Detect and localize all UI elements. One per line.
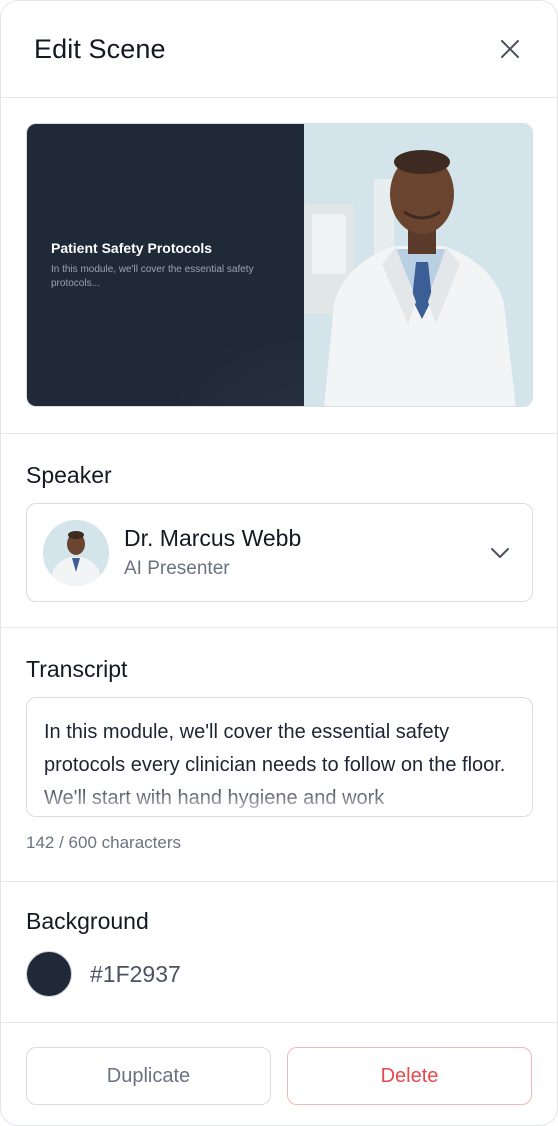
speaker-info: Dr. Marcus Webb AI Presenter [124, 525, 488, 580]
background-label: Background [26, 908, 149, 934]
transcript-label: Transcript [26, 656, 128, 682]
background-hex-value[interactable]: #1F2937 [90, 961, 181, 988]
background-color-row: #1F2937 [26, 951, 532, 997]
panel-footer: Duplicate Delete [1, 1023, 557, 1125]
slide-panel: Patient Safety Protocols In this module,… [27, 124, 304, 406]
panel-header: Edit Scene [1, 1, 557, 98]
speaker-select[interactable]: Dr. Marcus Webb AI Presenter [26, 503, 533, 602]
speaker-label: Speaker [26, 462, 112, 488]
presenter-image [304, 124, 532, 406]
delete-button[interactable]: Delete [287, 1047, 532, 1105]
scene-preview[interactable]: Patient Safety Protocols In this module,… [26, 123, 533, 407]
transcript-section: Transcript In this module, we'll cover t… [1, 628, 557, 882]
speaker-section: Speaker Dr. Marcus Webb AI Presenter [1, 434, 557, 628]
slide-subtitle: In this module, we'll cover the essentia… [51, 264, 254, 289]
speaker-name: Dr. Marcus Webb [124, 525, 302, 551]
speaker-role: AI Presenter [124, 558, 230, 579]
transcript-text: In this module, we'll cover the essentia… [44, 721, 506, 809]
close-button[interactable] [493, 32, 527, 66]
presenter-illustration [304, 124, 532, 406]
chevron-down-icon[interactable] [488, 541, 512, 565]
color-swatch[interactable] [26, 951, 72, 997]
slide-title: Patient Safety Protocols [51, 240, 213, 256]
background-section: Background #1F2937 [1, 882, 557, 1023]
panel-title: Edit Scene [34, 33, 166, 64]
speaker-avatar [43, 519, 109, 586]
duplicate-button[interactable]: Duplicate [26, 1047, 271, 1105]
transcript-textarea[interactable]: In this module, we'll cover the essentia… [26, 697, 533, 817]
character-count: 142 / 600 characters [26, 833, 181, 852]
scene-preview-section: Patient Safety Protocols In this module,… [1, 98, 557, 434]
close-icon [501, 40, 519, 58]
edit-scene-panel: Edit Scene Patient Safety Protocols In t… [0, 0, 558, 1126]
